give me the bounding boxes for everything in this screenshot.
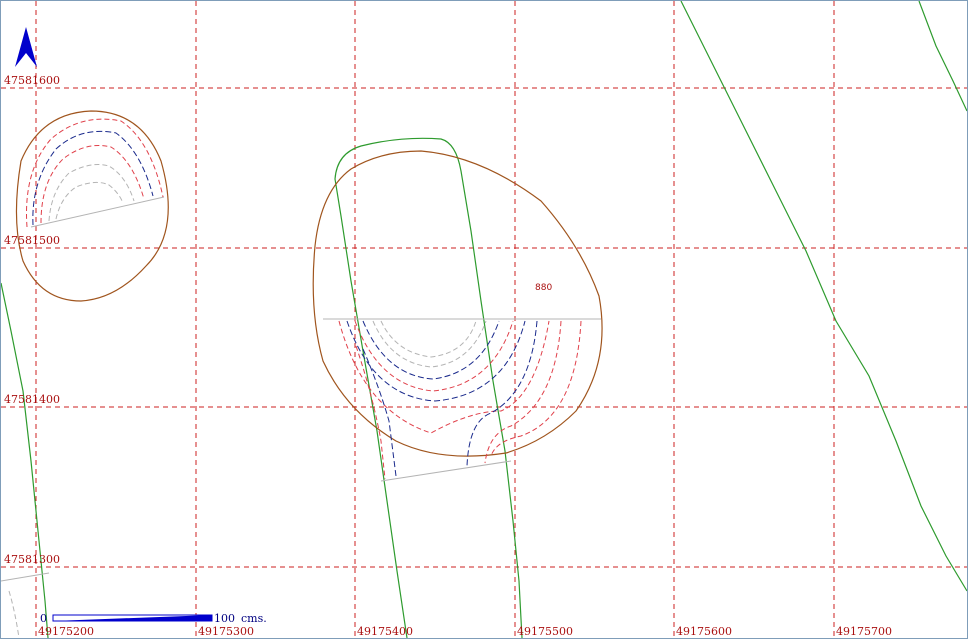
contour-line bbox=[346, 320, 526, 402]
road-right-edge[interactable] bbox=[918, 1, 967, 112]
boundary-center[interactable] bbox=[312, 150, 603, 457]
grid-label-x: 49175200 bbox=[38, 625, 94, 638]
grid-label-x: 49175700 bbox=[836, 625, 892, 638]
scale-end-label: 100 bbox=[214, 612, 235, 625]
contour-line bbox=[466, 320, 538, 467]
contour-line bbox=[40, 145, 145, 224]
grid-label-y: 47581400 bbox=[4, 393, 60, 406]
grid-labels: 47581600 47581500 47581400 47581300 4917… bbox=[4, 74, 892, 638]
section-line bbox=[30, 196, 165, 228]
road-left-edge[interactable] bbox=[1, 282, 49, 638]
contour-line bbox=[26, 118, 164, 228]
grid-label-x: 49175400 bbox=[357, 625, 413, 638]
scale-unit-label: cms. bbox=[241, 612, 267, 625]
grid-label-y: 47581300 bbox=[4, 553, 60, 566]
scale-bar bbox=[52, 614, 213, 622]
section-line bbox=[1, 572, 50, 582]
map-viewport[interactable]: 47581600 47581500 47581400 47581300 4917… bbox=[0, 0, 968, 639]
contour-line bbox=[32, 130, 154, 226]
boundary-left[interactable] bbox=[15, 110, 169, 302]
section-line bbox=[380, 460, 512, 482]
scale-start-label: 0 bbox=[40, 612, 47, 625]
boundaries bbox=[15, 110, 603, 457]
contour-line bbox=[48, 164, 135, 222]
contours-left bbox=[26, 118, 165, 228]
grid-label-x: 49175600 bbox=[676, 625, 732, 638]
contour-line bbox=[372, 320, 487, 368]
contour-line bbox=[380, 320, 477, 358]
contour-line bbox=[338, 320, 550, 434]
road-center-loop[interactable] bbox=[334, 137, 523, 638]
contour-line bbox=[484, 320, 562, 464]
contours-center bbox=[323, 318, 601, 482]
grid-label-y: 47581500 bbox=[4, 234, 60, 247]
contour-line bbox=[362, 348, 397, 477]
north-arrow-icon bbox=[15, 27, 37, 67]
contour-value-label: 880 bbox=[535, 283, 552, 293]
grid-label-x: 49175300 bbox=[198, 625, 254, 638]
map-canvas[interactable]: 47581600 47581500 47581400 47581300 4917… bbox=[1, 1, 967, 638]
road-right-diagonal[interactable] bbox=[680, 1, 967, 592]
grid-label-x: 49175500 bbox=[517, 625, 573, 638]
grid-label-y: 47581600 bbox=[4, 74, 60, 87]
contour-line bbox=[8, 590, 20, 638]
contour-line bbox=[362, 320, 500, 380]
